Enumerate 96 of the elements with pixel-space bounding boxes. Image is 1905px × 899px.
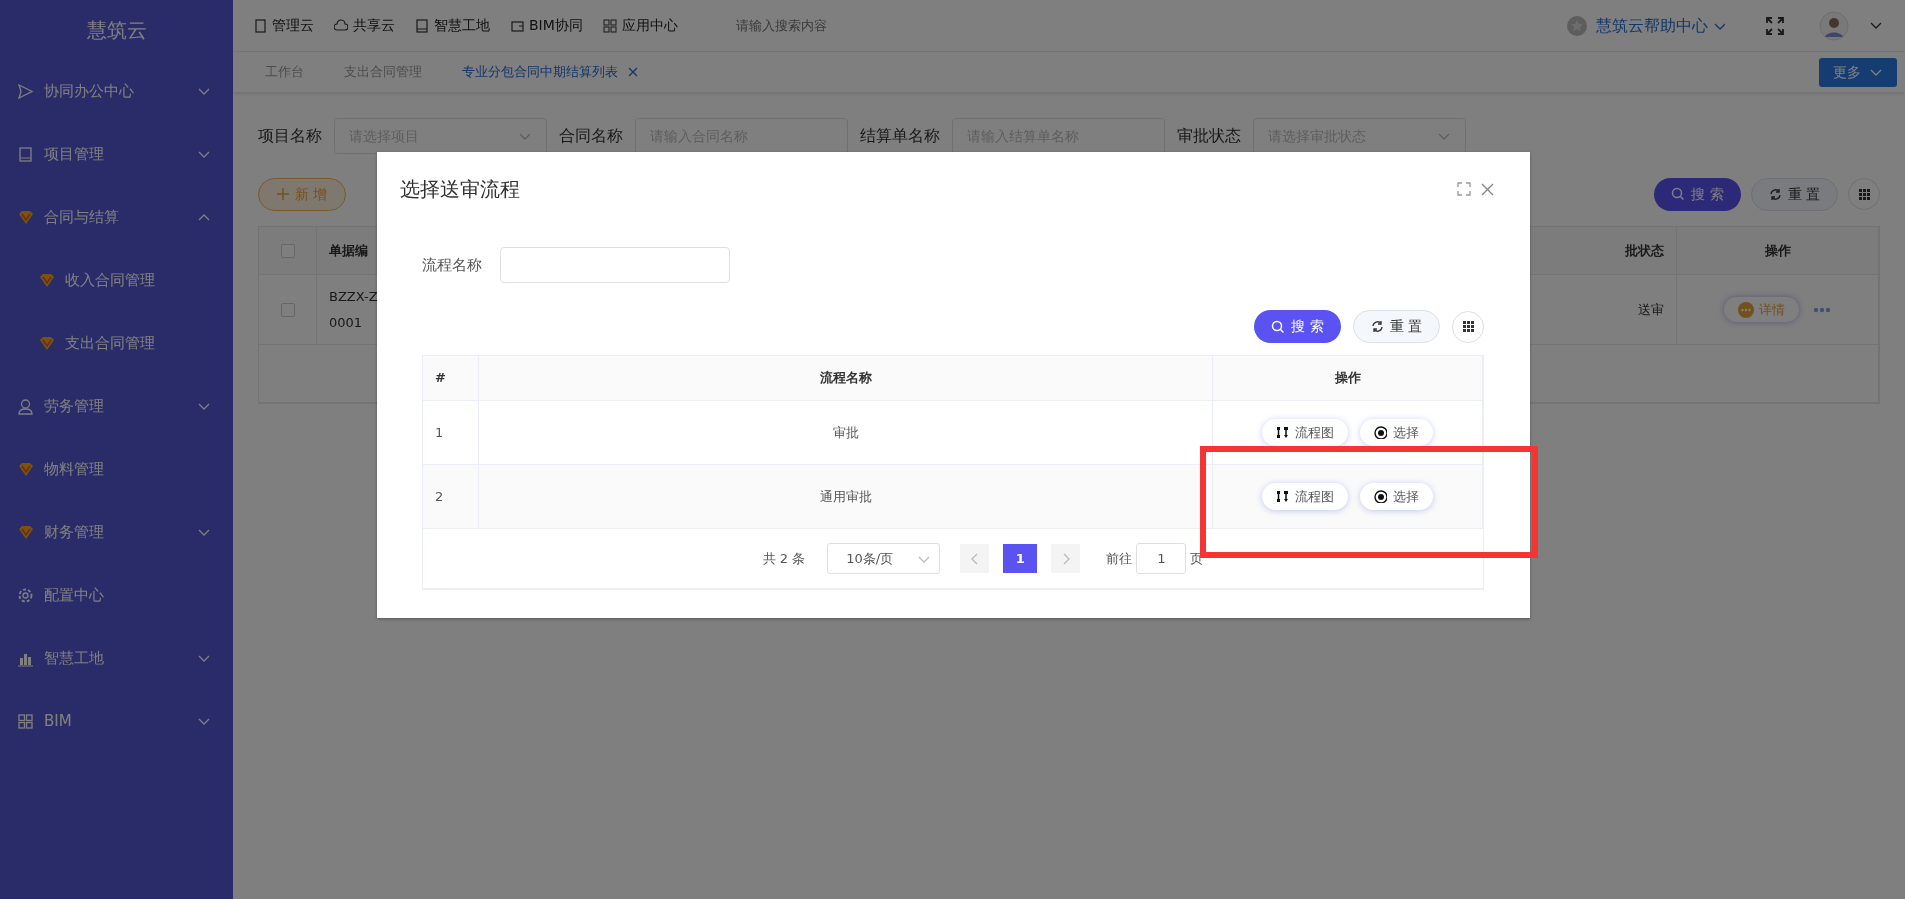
- field-label: 流程名称: [422, 254, 482, 276]
- search-button[interactable]: 搜 索: [1654, 177, 1741, 211]
- logo-text: 慧筑云: [85, 17, 148, 44]
- book-icon: [253, 18, 267, 33]
- close-icon[interactable]: [1481, 182, 1494, 196]
- grid-icon: [1857, 187, 1871, 201]
- table-cell-text: 1: [435, 423, 444, 442]
- input-field[interactable]: [500, 247, 730, 283]
- gem-icon: [17, 461, 34, 478]
- sidebar-subitem[interactable]: 支出合同管理: [0, 312, 233, 375]
- star-badge-icon: [1566, 14, 1588, 37]
- flowchart-icon: [1276, 490, 1289, 503]
- top-nav-link[interactable]: 管理云: [253, 15, 314, 36]
- prev-page-button[interactable]: [960, 544, 990, 573]
- grid-icon: [602, 18, 617, 33]
- column-header: 流程名称: [819, 369, 872, 388]
- column-header: 操作: [1334, 369, 1361, 388]
- column-header: 单据编: [329, 241, 368, 260]
- sidebar-item[interactable]: 物料管理: [0, 438, 233, 501]
- user-icon: [17, 398, 34, 415]
- next-page-button[interactable]: [1051, 544, 1081, 573]
- radio-icon: [1374, 426, 1387, 439]
- table-cell-text: BZZX-Z 0001: [329, 287, 378, 332]
- sidebar-item[interactable]: 劳务管理: [0, 375, 233, 438]
- goto-label: 前往: [1106, 549, 1133, 568]
- more-icon[interactable]: [1813, 306, 1831, 313]
- filter-label: 项目名称: [258, 125, 322, 147]
- close-icon[interactable]: [628, 67, 638, 77]
- table-cell-text: 送审: [1638, 300, 1664, 319]
- flowchart-button[interactable]: 流程图: [1262, 482, 1348, 511]
- book-icon: [17, 146, 34, 163]
- search-icon: [1671, 187, 1686, 201]
- search-button[interactable]: 搜 索: [1254, 310, 1341, 343]
- columns-button[interactable]: [1452, 310, 1484, 343]
- top-nav-link[interactable]: 共享云: [334, 15, 395, 36]
- column-header: 操作: [1764, 241, 1791, 260]
- sidebar-item[interactable]: BIM: [0, 690, 233, 753]
- page-input[interactable]: 1: [1136, 543, 1187, 574]
- refresh-icon: [1768, 187, 1782, 201]
- tab[interactable]: 专业分包合同中期结算列表: [442, 62, 658, 82]
- grid-icon: [17, 713, 34, 730]
- more-button[interactable]: 更多: [1819, 57, 1897, 87]
- sidebar-item[interactable]: 项目管理: [0, 123, 233, 186]
- details-button[interactable]: 详情: [1724, 296, 1799, 323]
- plus-icon: [277, 188, 289, 200]
- flowchart-icon: [1276, 426, 1289, 439]
- checkbox[interactable]: [280, 302, 295, 317]
- table-cell-text: 2: [435, 487, 444, 506]
- total-count: 共 2 条: [762, 549, 806, 568]
- top-nav-link[interactable]: 智慧工地: [415, 15, 490, 36]
- column-header: 批状态: [1625, 241, 1664, 260]
- reset-button[interactable]: 重 置: [1750, 177, 1838, 211]
- cloud-icon: [334, 18, 348, 33]
- settings-icon: [17, 587, 34, 604]
- search-icon: [1271, 319, 1286, 334]
- radio-icon: [1374, 490, 1387, 503]
- gem-icon: [38, 272, 55, 289]
- gem-icon: [17, 209, 34, 226]
- filter-label: 审批状态: [1177, 125, 1241, 147]
- page-size-select[interactable]: 10条/页: [827, 543, 941, 574]
- chevron-right-icon: [1061, 552, 1070, 565]
- column-header: #: [435, 369, 446, 388]
- reset-button[interactable]: 重 置: [1352, 310, 1440, 343]
- sidebar-item[interactable]: 合同与结算: [0, 186, 233, 249]
- sidebar-item[interactable]: 配置中心: [0, 564, 233, 627]
- sidebar-item[interactable]: 智慧工地: [0, 627, 233, 690]
- page-button[interactable]: 1: [1003, 544, 1038, 573]
- refresh-icon: [1370, 320, 1384, 333]
- send-icon: [17, 83, 34, 100]
- gem-icon: [17, 524, 34, 541]
- top-nav-link[interactable]: BIM协同: [510, 15, 583, 36]
- sidebar-item[interactable]: 财务管理: [0, 501, 233, 564]
- maximize-icon[interactable]: [1457, 182, 1471, 196]
- filter-label: 结算单名称: [860, 125, 940, 147]
- select-button[interactable]: 选择: [1360, 482, 1433, 511]
- dialog-title: 选择送审流程: [400, 176, 520, 203]
- fullscreen-icon[interactable]: [1765, 15, 1785, 36]
- gem-icon: [38, 335, 55, 352]
- select-button[interactable]: 选择: [1360, 418, 1433, 447]
- help-center-link[interactable]: 慧筑云帮助中心: [1596, 13, 1725, 38]
- avatar-icon[interactable]: [1819, 10, 1849, 41]
- chevron-left-icon: [970, 552, 979, 565]
- sidebar-item[interactable]: 协同办公中心: [0, 60, 233, 123]
- top-nav-link[interactable]: 应用中心: [602, 15, 678, 36]
- flowchart-button[interactable]: 流程图: [1262, 418, 1348, 447]
- wallet-icon: [510, 18, 524, 33]
- book-icon: [415, 18, 429, 33]
- more-dots-icon: [1738, 301, 1754, 318]
- table-cell-text: 审批: [832, 423, 859, 442]
- table-cell-text: 通用审批: [819, 487, 872, 506]
- add-button[interactable]: 新 增: [258, 177, 347, 211]
- filter-label: 合同名称: [559, 125, 623, 147]
- grid-icon: [1461, 320, 1475, 333]
- checkbox[interactable]: [280, 243, 295, 258]
- sidebar-subitem[interactable]: 收入合同管理: [0, 249, 233, 312]
- page-suffix: 页: [1190, 549, 1204, 568]
